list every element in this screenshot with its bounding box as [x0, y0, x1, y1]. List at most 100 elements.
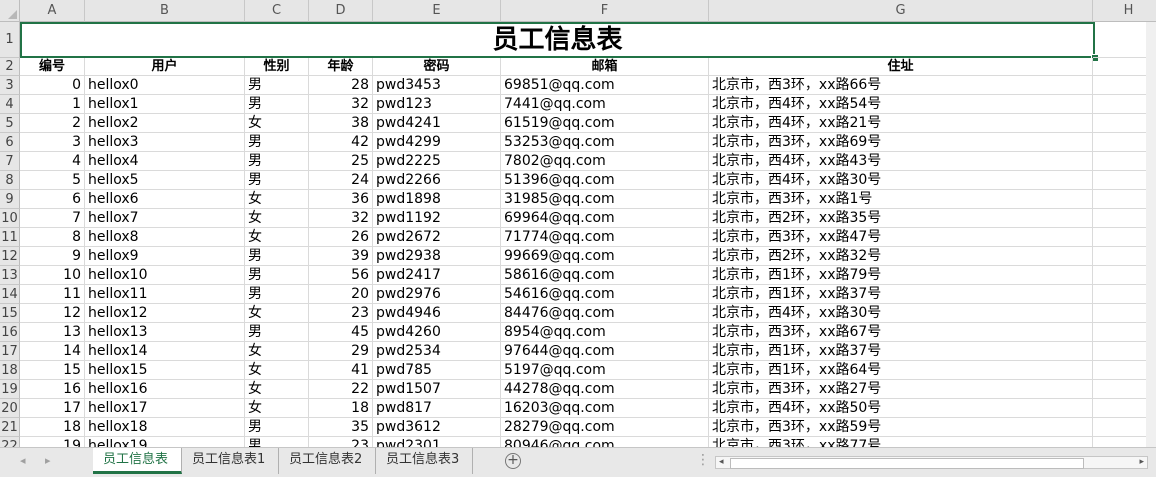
table-cell[interactable]: 北京市，西3环，xx路59号 — [709, 418, 1093, 437]
sheet-tab[interactable]: 员工信息表1 — [182, 448, 279, 474]
table-cell[interactable]: hellox9 — [85, 247, 245, 266]
table-cell[interactable]: hellox14 — [85, 342, 245, 361]
table-cell[interactable]: 女 — [245, 304, 309, 323]
row-header[interactable]: 20 — [0, 399, 20, 418]
table-cell[interactable]: 北京市，西3环，xx路27号 — [709, 380, 1093, 399]
table-cell[interactable]: pwd1507 — [373, 380, 501, 399]
row-header[interactable]: 17 — [0, 342, 20, 361]
table-cell[interactable]: 北京市，西4环，xx路21号 — [709, 114, 1093, 133]
table-cell[interactable]: 13 — [20, 323, 85, 342]
row-header[interactable]: 19 — [0, 380, 20, 399]
row-header[interactable]: 22 — [0, 437, 20, 447]
table-cell[interactable]: 99669@qq.com — [501, 247, 709, 266]
table-cell[interactable]: 26 — [309, 228, 373, 247]
column-label-cell[interactable]: 年龄 — [309, 58, 373, 76]
table-cell[interactable]: 北京市，西3环，xx路1号 — [709, 190, 1093, 209]
table-cell[interactable]: 7441@qq.com — [501, 95, 709, 114]
table-cell[interactable]: pwd2301 — [373, 437, 501, 447]
table-cell[interactable]: 8 — [20, 228, 85, 247]
add-sheet-button[interactable]: + — [505, 453, 521, 469]
table-cell[interactable]: pwd2266 — [373, 171, 501, 190]
scroll-right-arrow-icon[interactable]: ▸ — [1139, 457, 1144, 467]
table-cell[interactable]: 北京市，西4环，xx路30号 — [709, 171, 1093, 190]
table-cell[interactable]: 10 — [20, 266, 85, 285]
row-header[interactable]: 3 — [0, 76, 20, 95]
row-header[interactable]: 13 — [0, 266, 20, 285]
table-cell[interactable]: 38 — [309, 114, 373, 133]
table-cell[interactable]: 51396@qq.com — [501, 171, 709, 190]
table-cell[interactable]: 14 — [20, 342, 85, 361]
column-header-h[interactable]: H — [1093, 0, 1156, 22]
table-cell[interactable]: 36 — [309, 190, 373, 209]
table-cell[interactable]: 61519@qq.com — [501, 114, 709, 133]
row-header[interactable]: 6 — [0, 133, 20, 152]
table-cell[interactable]: pwd1898 — [373, 190, 501, 209]
table-cell[interactable]: 19 — [20, 437, 85, 447]
table-cell[interactable]: 69851@qq.com — [501, 76, 709, 95]
table-cell[interactable]: 29 — [309, 342, 373, 361]
next-sheet-arrow-icon[interactable]: ▸ — [45, 454, 51, 467]
table-cell[interactable]: 1 — [20, 95, 85, 114]
table-cell[interactable]: 女 — [245, 190, 309, 209]
table-cell[interactable]: 北京市，西4环，xx路43号 — [709, 152, 1093, 171]
table-cell[interactable]: hellox19 — [85, 437, 245, 447]
table-cell[interactable]: 北京市，西4环，xx路54号 — [709, 95, 1093, 114]
table-cell[interactable]: hellox13 — [85, 323, 245, 342]
table-cell[interactable]: 80946@qq.com — [501, 437, 709, 447]
table-cell[interactable]: hellox2 — [85, 114, 245, 133]
table-cell[interactable]: 5197@qq.com — [501, 361, 709, 380]
row-header[interactable]: 15 — [0, 304, 20, 323]
table-cell[interactable]: 41 — [309, 361, 373, 380]
table-cell[interactable]: 北京市，西2环，xx路32号 — [709, 247, 1093, 266]
column-label-cell[interactable]: 邮箱 — [501, 58, 709, 76]
table-cell[interactable]: 15 — [20, 361, 85, 380]
row-header[interactable]: 9 — [0, 190, 20, 209]
table-cell[interactable]: 3 — [20, 133, 85, 152]
row-header[interactable]: 5 — [0, 114, 20, 133]
table-cell[interactable]: 17 — [20, 399, 85, 418]
table-cell[interactable]: 男 — [245, 418, 309, 437]
row-header[interactable]: 16 — [0, 323, 20, 342]
table-cell[interactable]: 58616@qq.com — [501, 266, 709, 285]
table-cell[interactable]: 28 — [309, 76, 373, 95]
table-cell[interactable]: pwd2417 — [373, 266, 501, 285]
table-cell[interactable]: 2 — [20, 114, 85, 133]
table-cell[interactable]: hellox16 — [85, 380, 245, 399]
table-cell[interactable]: 23 — [309, 437, 373, 447]
tab-split-handle-icon[interactable]: ⋮ — [696, 452, 710, 468]
table-cell[interactable]: 女 — [245, 342, 309, 361]
table-cell[interactable]: 北京市，西2环，xx路35号 — [709, 209, 1093, 228]
table-cell[interactable]: pwd123 — [373, 95, 501, 114]
column-label-cell[interactable]: 编号 — [20, 58, 85, 76]
table-cell[interactable]: pwd785 — [373, 361, 501, 380]
row-header[interactable]: 11 — [0, 228, 20, 247]
column-header-a[interactable]: A — [20, 0, 85, 22]
table-cell[interactable]: 44278@qq.com — [501, 380, 709, 399]
table-cell[interactable]: 84476@qq.com — [501, 304, 709, 323]
table-cell[interactable]: 18 — [20, 418, 85, 437]
table-cell[interactable]: 女 — [245, 114, 309, 133]
row-header[interactable]: 7 — [0, 152, 20, 171]
column-header-d[interactable]: D — [309, 0, 373, 22]
table-cell[interactable]: 8954@qq.com — [501, 323, 709, 342]
table-cell[interactable]: pwd3453 — [373, 76, 501, 95]
table-cell[interactable]: hellox1 — [85, 95, 245, 114]
sheet-title-cell[interactable]: 员工信息表 — [20, 22, 1095, 58]
table-cell[interactable]: 9 — [20, 247, 85, 266]
column-header-f[interactable]: F — [501, 0, 709, 22]
table-cell[interactable]: pwd2225 — [373, 152, 501, 171]
table-cell[interactable]: 北京市，西1环，xx路37号 — [709, 342, 1093, 361]
table-cell[interactable]: 35 — [309, 418, 373, 437]
prev-sheet-arrow-icon[interactable]: ◂ — [20, 454, 26, 467]
table-cell[interactable]: 北京市，西3环，xx路47号 — [709, 228, 1093, 247]
sheet-tab[interactable]: 员工信息表 — [93, 448, 182, 474]
table-cell[interactable]: hellox7 — [85, 209, 245, 228]
column-label-cell[interactable]: 性别 — [245, 58, 309, 76]
table-cell[interactable]: hellox0 — [85, 76, 245, 95]
column-label-cell[interactable]: 住址 — [709, 58, 1093, 76]
table-cell[interactable]: 女 — [245, 209, 309, 228]
row-header[interactable]: 14 — [0, 285, 20, 304]
table-cell[interactable]: 45 — [309, 323, 373, 342]
table-cell[interactable]: 女 — [245, 361, 309, 380]
table-cell[interactable]: 男 — [245, 323, 309, 342]
